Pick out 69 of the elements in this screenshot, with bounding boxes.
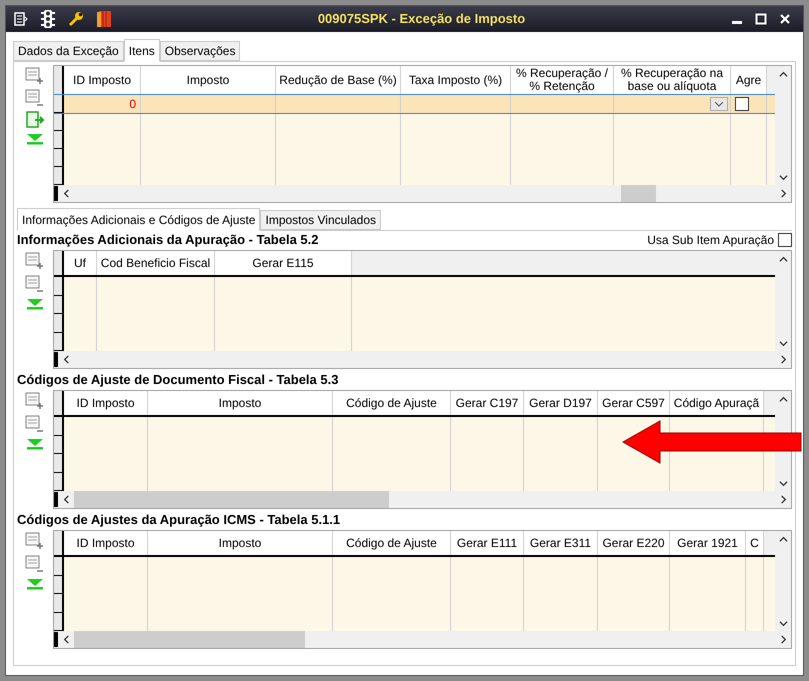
chevron-right-icon[interactable]: [778, 189, 788, 198]
column-header[interactable]: Gerar E311: [524, 531, 598, 555]
row-indicator: [54, 352, 58, 367]
chevron-down-icon[interactable]: [778, 478, 788, 488]
column-header[interactable]: Cod Beneficio Fiscal: [97, 251, 215, 275]
export-icon[interactable]: [25, 111, 45, 129]
column-header[interactable]: Código de Ajuste: [333, 531, 451, 555]
remove-row-icon[interactable]: [25, 415, 45, 433]
column-header[interactable]: Imposto: [148, 391, 333, 415]
column-header[interactable]: Imposto: [148, 531, 333, 555]
column-header[interactable]: Gerar C197: [451, 391, 524, 415]
wrench-icon[interactable]: [68, 11, 84, 27]
window-title: 009075SPK - Exceção de Imposto: [316, 10, 526, 28]
scroll-thumb[interactable]: [620, 185, 656, 202]
menu-list-icon[interactable]: [14, 12, 28, 26]
column-header[interactable]: Gerar E111: [451, 531, 524, 555]
tab[interactable]: Itens: [124, 39, 160, 62]
chevron-up-icon[interactable]: [778, 70, 788, 78]
chevron-down-icon[interactable]: [778, 618, 788, 628]
section-title: Códigos de Ajustes da Apuração ICMS - Tabela 5.1.1: [17, 511, 340, 530]
table-row[interactable]: 0: [54, 95, 775, 113]
row-indicator: [54, 186, 58, 201]
column-header[interactable]: ID Imposto: [64, 391, 148, 415]
chevron-left-icon[interactable]: [62, 189, 70, 198]
column-header[interactable]: Uf: [64, 251, 97, 275]
close-icon[interactable]: [779, 13, 791, 25]
add-row-icon[interactable]: [25, 252, 45, 270]
book-icon[interactable]: [96, 10, 112, 28]
chevron-right-icon[interactable]: [778, 635, 788, 644]
tab[interactable]: Dados da Exceção: [13, 41, 124, 61]
column-header[interactable]: Gerar D197: [524, 391, 598, 415]
tab[interactable]: Observações: [160, 41, 240, 61]
checkbox-label: Usa Sub Item Apuração: [647, 232, 774, 249]
column-header[interactable]: ID Imposto: [64, 531, 148, 555]
column-header[interactable]: Código de Ajuste: [333, 391, 451, 415]
dropdown-button[interactable]: [710, 97, 728, 111]
chevron-left-icon[interactable]: [62, 635, 70, 644]
row-indicator: [54, 492, 58, 507]
cell-value: 0: [129, 96, 137, 113]
chevron-up-icon[interactable]: [778, 534, 788, 544]
add-row-icon[interactable]: [25, 67, 45, 85]
remove-row-icon[interactable]: [25, 555, 45, 573]
scroll-thumb[interactable]: [74, 631, 306, 648]
caret-icon: [715, 102, 723, 106]
add-row-icon[interactable]: [25, 392, 45, 410]
column-header[interactable]: Gerar C597: [598, 391, 670, 415]
section-title: Códigos de Ajuste de Documento Fiscal - Tabela 5.3: [17, 371, 338, 390]
chevron-down-icon[interactable]: [778, 338, 788, 348]
column-header[interactable]: Gerar 1921: [670, 531, 746, 555]
chevron-down-icon[interactable]: [778, 172, 788, 182]
chevron-up-icon[interactable]: [778, 254, 788, 264]
chevron-left-icon[interactable]: [62, 355, 70, 364]
tab[interactable]: Informações Adicionais e Códigos de Ajuste: [17, 208, 260, 231]
section-title: Informações Adicionais da Apuração - Tabela 5.2: [17, 231, 318, 250]
chevron-left-icon[interactable]: [62, 495, 70, 504]
chevron-right-icon[interactable]: [778, 355, 788, 364]
checkbox[interactable]: [778, 233, 792, 247]
add-row-icon[interactable]: [25, 532, 45, 550]
traffic-light-icon[interactable]: [40, 10, 56, 28]
checkbox[interactable]: [735, 97, 749, 111]
chevron-right-icon[interactable]: [778, 495, 788, 504]
column-header[interactable]: Gerar E220: [598, 531, 670, 555]
remove-row-icon[interactable]: [25, 275, 45, 293]
row-indicator: [54, 632, 58, 647]
scroll-thumb[interactable]: [74, 491, 390, 508]
chevron-up-icon[interactable]: [778, 394, 788, 404]
tab[interactable]: Impostos Vinculados: [260, 210, 381, 230]
maximize-icon[interactable]: [755, 13, 767, 25]
remove-row-icon[interactable]: [25, 89, 45, 107]
